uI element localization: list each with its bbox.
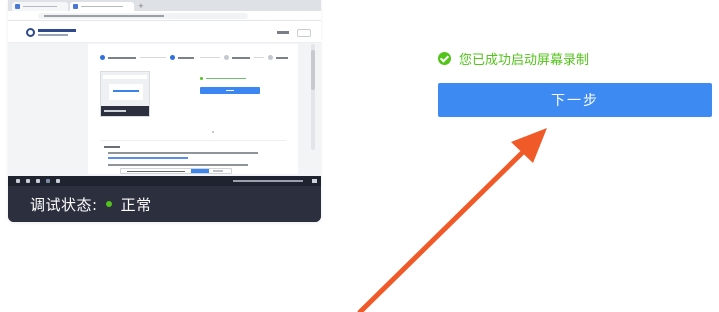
mini-browser-tabbar: + — [8, 0, 321, 13]
mini-page-content — [88, 44, 298, 174]
arrow-head — [511, 128, 547, 163]
next-step-button[interactable]: 下一步 — [438, 83, 712, 117]
mini-nav-icons — [12, 14, 32, 29]
mini-success-line — [200, 77, 248, 80]
mini-scrollbar — [311, 44, 315, 150]
mini-browser-tab — [12, 2, 68, 11]
mini-address-bar — [8, 11, 321, 29]
mini-window-controls — [295, 2, 317, 13]
debug-status-value: 正常 — [120, 195, 152, 214]
screen-preview-card: + 调试状态: 正常 — [8, 0, 321, 222]
mini-preview-thumbnail — [100, 71, 150, 117]
mini-taskbar — [8, 176, 321, 186]
status-dot-icon — [105, 201, 112, 207]
mini-url-field — [38, 13, 248, 19]
arrow-shaft — [357, 147, 528, 312]
mini-stepper — [100, 55, 290, 61]
mini-share-bar — [120, 168, 232, 174]
success-message: 您已成功启动屏幕录制 — [459, 52, 590, 68]
mini-user-menu — [297, 29, 311, 37]
mini-user-name — [277, 31, 289, 34]
mini-site-logo — [26, 28, 35, 37]
screen-preview-thumbnail: + — [8, 0, 321, 186]
debug-status-bar: 调试状态: 正常 — [8, 186, 321, 222]
mini-browser-tab-active — [70, 2, 134, 11]
check-circle-icon — [438, 51, 451, 65]
success-message-row: 您已成功启动屏幕录制 — [438, 49, 590, 68]
mini-next-button — [200, 87, 260, 94]
debug-status-label: 调试状态: — [30, 195, 98, 214]
mini-site-header — [8, 21, 321, 43]
mini-extension-icons — [279, 14, 315, 29]
mini-new-tab-icon: + — [138, 2, 144, 10]
